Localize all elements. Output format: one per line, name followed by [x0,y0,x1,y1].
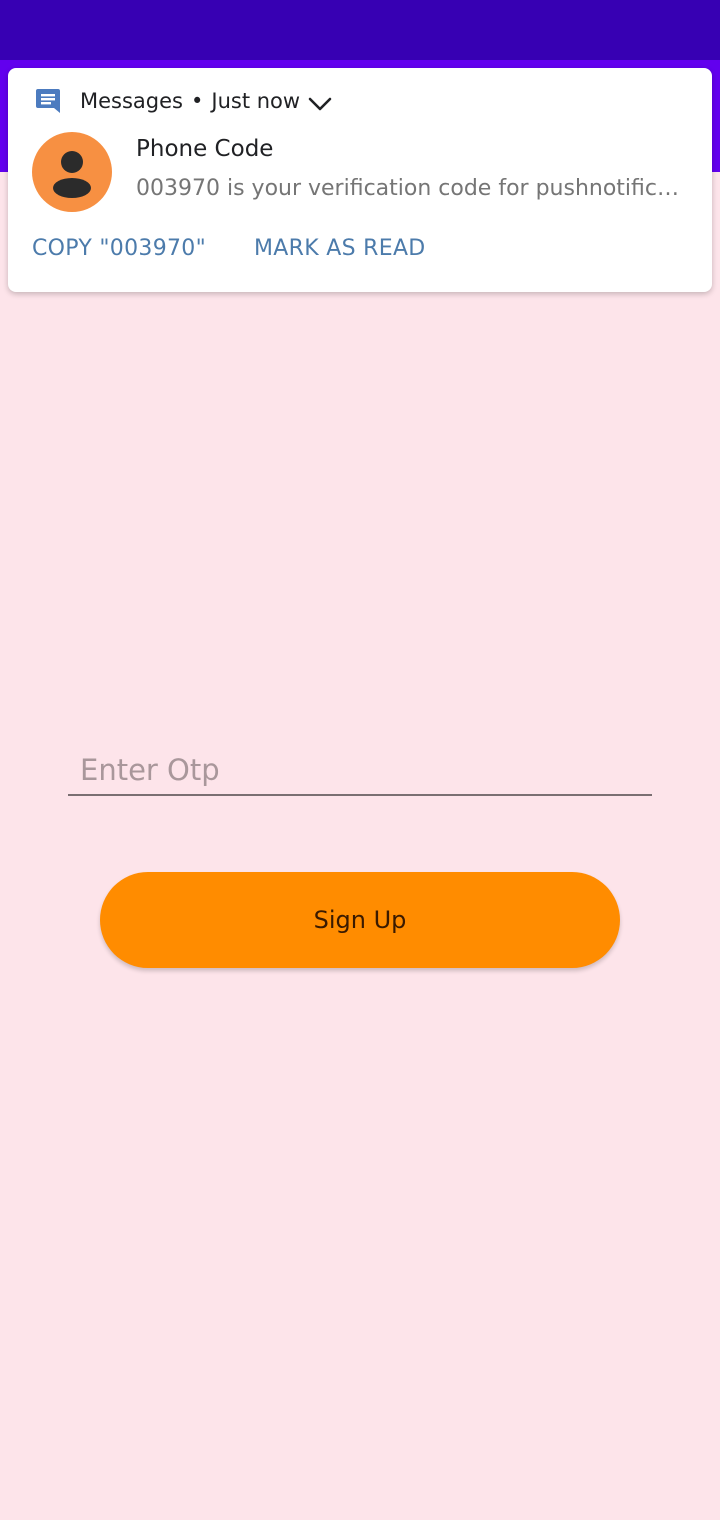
person-icon [32,132,112,212]
notification-message: 003970 is your verification code for pus… [136,176,692,201]
sign-up-button[interactable]: Sign Up [100,872,620,968]
notification-time: Just now [211,89,301,113]
otp-input[interactable] [80,750,640,790]
main-content [0,172,720,1520]
messages-icon [34,88,62,114]
otp-field[interactable] [68,744,652,796]
notification-actions: COPY "003970" MARK AS READ [32,236,426,261]
notification-card[interactable]: Messages • Just now Phone Code 003970 is… [8,68,712,292]
copy-code-button[interactable]: COPY "003970" [32,236,206,261]
status-bar [0,0,720,60]
sign-up-label: Sign Up [313,906,407,934]
chevron-down-icon[interactable] [308,93,332,111]
notification-header[interactable]: Messages • Just now [34,86,332,116]
mark-as-read-button[interactable]: MARK AS READ [254,236,426,261]
header-separator: • [190,89,204,113]
notification-app-name: Messages [80,89,183,113]
notification-sender: Phone Code [136,136,274,162]
